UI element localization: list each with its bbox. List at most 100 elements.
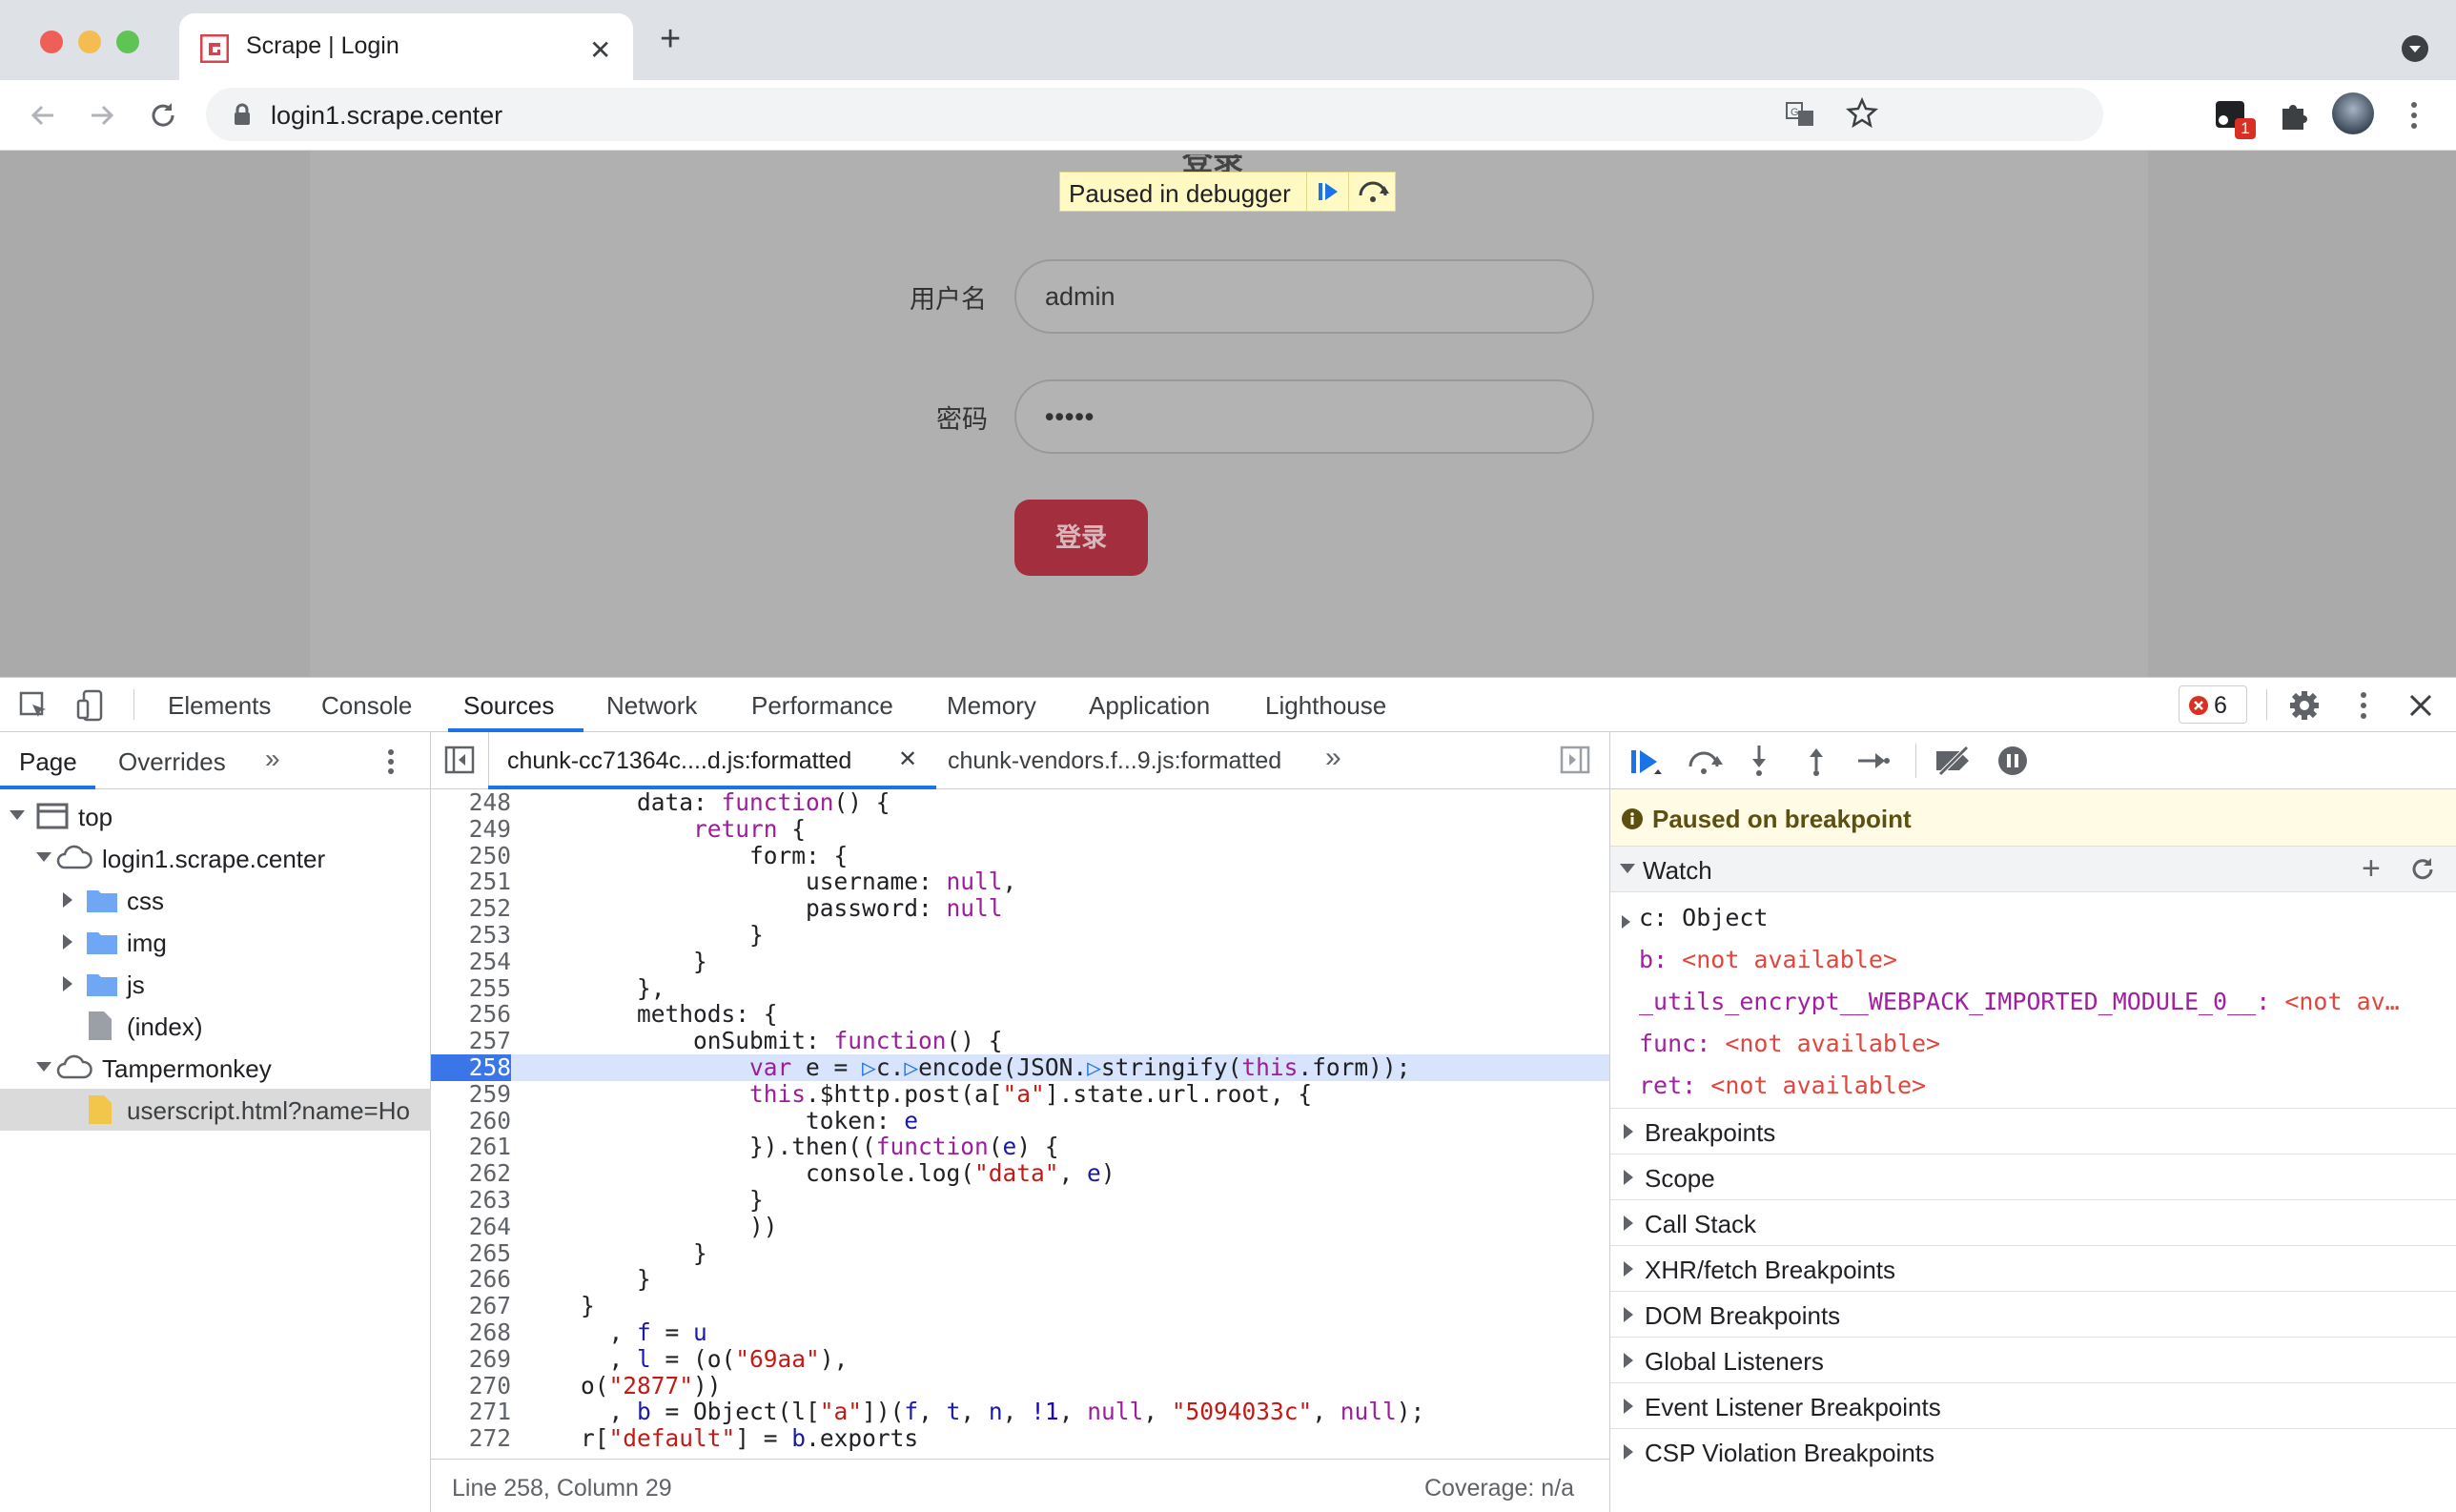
translate-icon[interactable]: G <box>1785 99 1815 130</box>
add-watch-expression-button[interactable]: + <box>2362 852 2381 885</box>
tree-item-folder-img[interactable]: img <box>0 921 431 963</box>
section-global-listeners[interactable]: Global Listeners <box>1610 1337 2456 1382</box>
forward-icon[interactable] <box>86 99 118 132</box>
watch-val-c: Object <box>1682 904 1769 931</box>
profile-avatar[interactable] <box>2332 92 2374 134</box>
expand-arrow-icon[interactable] <box>1622 915 1630 929</box>
tree-item-userscript[interactable]: userscript.html?name=Ho <box>0 1089 431 1131</box>
password-label: 密码 <box>936 405 988 434</box>
collapse-arrow-icon <box>1624 1124 1633 1139</box>
watch-item-func[interactable]: func: <not available> <box>1639 1030 1940 1057</box>
watch-item-utils-encrypt[interactable]: _utils_encrypt__WEBPACK_IMPORTED_MODULE_… <box>1639 988 2400 1015</box>
watch-section-header[interactable]: Watch + <box>1610 847 2456 892</box>
bookmark-star-icon[interactable] <box>1846 97 1878 130</box>
step-out-icon[interactable] <box>1807 744 1826 778</box>
expand-arrow-icon <box>36 1062 51 1072</box>
devtools-tabbar: Elements Console Sources Network Perform… <box>0 677 2456 732</box>
watch-item-c[interactable]: c: Object <box>1639 904 1768 931</box>
code-line-breakpoint[interactable]: 258 var e = ▷c.▷encode(JSON.▷stringify(t… <box>431 1054 1609 1081</box>
folder-icon <box>87 974 117 996</box>
navigator-menu-icon[interactable] <box>385 747 397 776</box>
tab-application[interactable]: Application <box>1089 691 1210 721</box>
password-input[interactable]: ••••• <box>1014 379 1594 454</box>
section-xhr-breakpoints[interactable]: XHR/fetch Breakpoints <box>1610 1245 2456 1291</box>
address-bar[interactable]: login1.scrape.center G <box>206 88 2103 141</box>
watch-key-b: b: <box>1639 946 1668 973</box>
maximize-window-button[interactable] <box>116 31 139 53</box>
step-icon[interactable] <box>1856 747 1891 774</box>
resume-button[interactable] <box>1306 173 1348 211</box>
error-counter[interactable]: 6 <box>2179 685 2247 724</box>
inspect-element-icon[interactable] <box>19 691 50 722</box>
tree-item-folder-js[interactable]: js <box>0 963 431 1005</box>
section-call-stack[interactable]: Call Stack <box>1610 1199 2456 1245</box>
extensions-puzzle-icon[interactable] <box>2277 99 2309 132</box>
code-view[interactable]: 248 data: function() { 249 return { 250 … <box>431 789 1609 1459</box>
code-line: 264 )) <box>468 1212 778 1240</box>
tree-label-img: img <box>127 929 167 957</box>
code-line: 250 form: { <box>468 841 849 869</box>
reload-icon[interactable] <box>147 99 179 132</box>
step-into-icon[interactable] <box>1750 744 1769 778</box>
minimize-window-button[interactable] <box>78 31 101 53</box>
tab-network[interactable]: Network <box>606 691 697 721</box>
tab-performance[interactable]: Performance <box>751 691 893 721</box>
folder-icon <box>87 890 117 912</box>
code-line: 260 token: e <box>468 1106 919 1134</box>
more-editor-tabs-chevron-icon[interactable]: » <box>1325 742 1341 774</box>
code-line: 248 data: function() { <box>468 789 890 816</box>
browser-tab-active[interactable]: Scrape | Login ✕ <box>179 13 633 80</box>
navigator-tab-page[interactable]: Page <box>19 747 77 777</box>
collapse-arrow-icon <box>1624 1353 1633 1368</box>
editor-tab-chunk-cc71364c[interactable]: chunk-cc71364c....d.js:formatted <box>507 747 851 775</box>
section-csp-violation-breakpoints[interactable]: CSP Violation Breakpoints <box>1610 1428 2456 1474</box>
section-label: Scope <box>1645 1164 1715 1193</box>
toggle-navigator-icon[interactable] <box>444 746 475 774</box>
toolbar-divider <box>133 689 134 720</box>
tab-elements[interactable]: Elements <box>168 691 271 721</box>
close-editor-tab-icon[interactable]: ✕ <box>898 746 917 773</box>
coverage-status[interactable]: Coverage: n/a <box>1424 1475 1574 1502</box>
code-line: 259 this.$http.post(a["a"].state.url.roo… <box>468 1079 1313 1108</box>
toggle-debugger-sidebar-icon[interactable] <box>1560 746 1590 774</box>
new-tab-button[interactable]: + <box>660 21 681 57</box>
paused-status-banner: Paused on breakpoint <box>1610 789 2456 847</box>
navigator-tab-overrides[interactable]: Overrides <box>118 747 226 777</box>
tab-lighthouse[interactable]: Lighthouse <box>1265 691 1386 721</box>
section-breakpoints[interactable]: Breakpoints <box>1610 1108 2456 1154</box>
tree-item-origin[interactable]: login1.scrape.center <box>0 837 431 879</box>
close-tab-icon[interactable]: ✕ <box>589 34 611 66</box>
device-toolbar-icon[interactable] <box>76 689 107 722</box>
tab-sources[interactable]: Sources <box>463 691 554 721</box>
tree-item-tampermonkey[interactable]: Tampermonkey <box>0 1047 431 1089</box>
refresh-watch-icon[interactable] <box>2409 856 2436 883</box>
back-icon[interactable] <box>27 99 59 132</box>
login-button[interactable]: 登录 <box>1014 500 1148 576</box>
section-dom-breakpoints[interactable]: DOM Breakpoints <box>1610 1291 2456 1337</box>
editor-tab-chunk-vendors[interactable]: chunk-vendors.f...9.js:formatted <box>948 747 1281 775</box>
username-input[interactable]: admin <box>1014 259 1594 334</box>
more-tabs-chevron-icon[interactable]: » <box>265 744 280 774</box>
chrome-menu-icon[interactable] <box>2406 99 2422 132</box>
step-over-button[interactable] <box>1348 173 1396 211</box>
pause-on-exceptions-icon[interactable] <box>1997 746 2028 776</box>
tab-console[interactable]: Console <box>321 691 412 721</box>
devtools-menu-icon[interactable] <box>2357 689 2370 722</box>
section-event-listener-breakpoints[interactable]: Event Listener Breakpoints <box>1610 1382 2456 1428</box>
resume-script-icon[interactable] <box>1629 746 1664 778</box>
tree-item-folder-css[interactable]: css <box>0 879 431 921</box>
tree-item-index[interactable]: (index) <box>0 1005 431 1047</box>
tree-item-top[interactable]: top <box>0 795 431 837</box>
tab-search-icon[interactable] <box>2401 34 2429 63</box>
login-card: 登录 用户名 admin 密码 ••••• <box>310 151 2148 677</box>
tab-memory[interactable]: Memory <box>947 691 1036 721</box>
paused-on-breakpoint-text: Paused on breakpoint <box>1652 805 1912 833</box>
step-over-icon[interactable] <box>1685 747 1725 776</box>
close-window-button[interactable] <box>40 31 63 53</box>
settings-gear-icon[interactable] <box>2288 689 2321 722</box>
watch-item-ret[interactable]: ret: <not available> <box>1639 1072 1926 1099</box>
watch-item-b[interactable]: b: <not available> <box>1639 946 1897 973</box>
section-scope[interactable]: Scope <box>1610 1154 2456 1199</box>
deactivate-breakpoints-icon[interactable] <box>1934 746 1973 776</box>
close-devtools-icon[interactable] <box>2408 693 2433 718</box>
